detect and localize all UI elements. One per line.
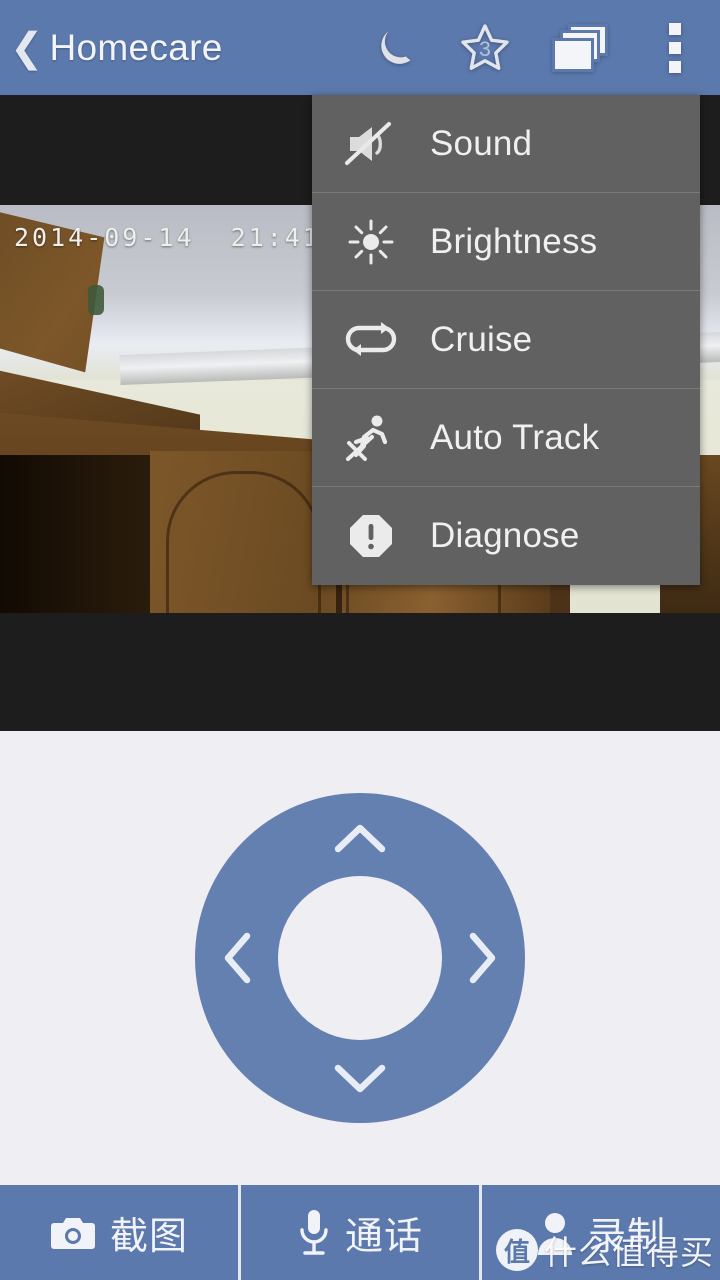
- moon-icon: [372, 25, 418, 71]
- menu-item-auto-track[interactable]: Auto Track: [312, 389, 700, 487]
- favorites-badge-count: 3: [479, 38, 491, 61]
- snapshot-label: 截图: [109, 1214, 188, 1258]
- menu-item-cruise[interactable]: Cruise: [312, 291, 700, 389]
- camera-icon: [50, 1214, 96, 1252]
- video-door-panel-left: [166, 471, 321, 613]
- diagnose-alert-icon: [312, 513, 430, 559]
- overflow-menu-button[interactable]: [630, 0, 720, 95]
- page-title: Homecare: [49, 26, 223, 68]
- bottom-action-bar: 截图 通话 录制: [0, 1185, 720, 1280]
- menu-item-label: Cruise: [430, 319, 533, 359]
- menu-item-label: Sound: [430, 123, 533, 163]
- record-button[interactable]: 录制: [479, 1185, 720, 1280]
- snapshot-button[interactable]: 截图: [0, 1185, 238, 1280]
- menu-item-label: Diagnose: [430, 516, 580, 555]
- person-record-icon: [536, 1211, 574, 1255]
- menu-item-diagnose[interactable]: Diagnose: [312, 487, 700, 585]
- menu-item-sound[interactable]: Sound: [312, 95, 700, 193]
- night-mode-button[interactable]: [350, 0, 440, 95]
- talk-label: 通话: [344, 1214, 423, 1258]
- dpad-left-button[interactable]: [221, 930, 255, 986]
- menu-item-label: Auto Track: [430, 417, 600, 457]
- microphone-icon: [297, 1208, 331, 1258]
- ptz-dpad[interactable]: [195, 793, 525, 1123]
- star-icon: 3: [458, 22, 512, 74]
- top-bar-actions: 3: [350, 0, 720, 95]
- dpad-up-button[interactable]: [332, 821, 388, 855]
- favorites-button[interactable]: 3: [440, 0, 530, 95]
- ptz-control-panel: [0, 731, 720, 1185]
- chevron-left-icon: ❮: [10, 25, 44, 70]
- video-dark-corner: [0, 455, 150, 613]
- auto-track-icon: [312, 412, 430, 464]
- video-cabinet-knob: [88, 285, 104, 315]
- dpad-center-hole[interactable]: [278, 876, 442, 1040]
- sound-muted-icon: [312, 119, 430, 169]
- overflow-dropdown-menu: Sound Brightness Cruise Auto Track Diagn…: [312, 95, 700, 585]
- dpad-down-button[interactable]: [332, 1061, 388, 1095]
- multi-view-button[interactable]: [530, 0, 630, 95]
- dpad-right-button[interactable]: [465, 930, 499, 986]
- cards-icon: [552, 23, 608, 72]
- top-app-bar: ❮ Homecare 3: [0, 0, 720, 95]
- record-label: 录制: [587, 1214, 666, 1258]
- menu-item-brightness[interactable]: Brightness: [312, 193, 700, 291]
- talk-button[interactable]: 通话: [238, 1185, 479, 1280]
- back-button[interactable]: ❮ Homecare: [0, 0, 231, 95]
- menu-item-label: Brightness: [430, 221, 598, 261]
- brightness-icon: [312, 218, 430, 266]
- camera-viewer-screen: ❮ Homecare 3 2014-09-14 21:41:51 Sound B…: [0, 0, 720, 1280]
- overflow-dots-icon: [669, 22, 681, 73]
- cruise-loop-icon: [312, 321, 430, 358]
